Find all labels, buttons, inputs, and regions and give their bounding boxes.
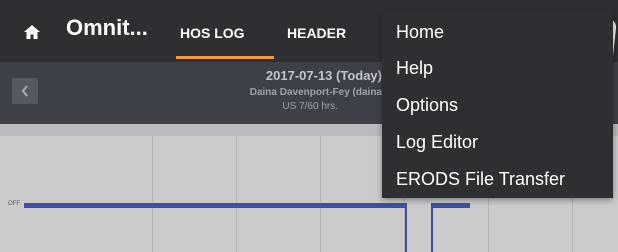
duty-status-segment [24,203,406,208]
menu-item-options[interactable]: Options [396,95,458,116]
duty-status-transition [405,203,407,252]
off-duty-row-label: OFF [8,201,20,207]
duty-status-segment [433,203,470,208]
home-icon[interactable] [22,22,42,42]
overflow-menu: Home Help Options Log Editor ERODS File … [382,12,613,198]
previous-day-button[interactable] [12,78,38,104]
tab-header[interactable]: HEADER [287,25,346,41]
log-date: 2017-07-13 (Today) [265,68,382,83]
cycle-hours: US 7/60 hrs. [282,101,338,112]
tab-selected-indicator [176,56,274,59]
duty-status-transition [431,203,433,252]
grid-line [320,136,321,252]
menu-item-help[interactable]: Help [396,58,433,79]
grid-line [236,136,237,252]
menu-item-log-editor[interactable]: Log Editor [396,132,478,153]
menu-item-erods-file-transfer[interactable]: ERODS File Transfer [396,169,565,190]
driver-name: Daina Davenport-Fey (daina [249,87,382,98]
chevron-left-icon [21,85,28,97]
tab-hos-log[interactable]: HOS LOG [180,25,245,41]
grid-line [152,136,153,252]
menu-item-home[interactable]: Home [396,22,444,43]
app-title: Omnit... [66,15,148,40]
